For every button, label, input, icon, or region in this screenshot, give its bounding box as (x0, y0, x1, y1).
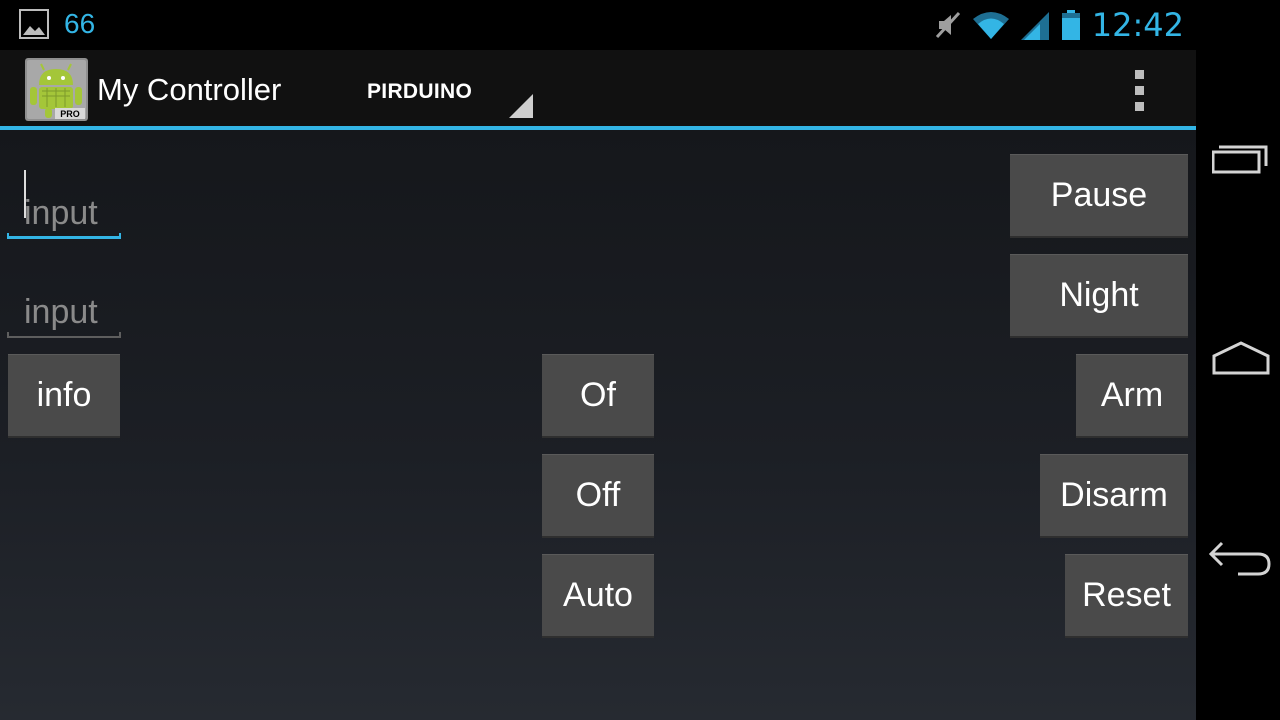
input-field-2-right-tick (119, 332, 121, 338)
mute-icon (935, 11, 960, 39)
input-field-2[interactable] (7, 288, 121, 336)
wifi-icon (972, 12, 1009, 39)
arm-button[interactable]: Arm (1076, 354, 1188, 438)
input-field-2-container (7, 278, 121, 338)
reset-button[interactable]: Reset (1065, 554, 1188, 638)
image-icon (19, 9, 49, 39)
input-field-2-underline (7, 336, 121, 338)
device-spinner[interactable]: PIRDUINO (350, 66, 536, 120)
back-icon[interactable] (1208, 538, 1272, 578)
input-field-1-left-tick (7, 233, 9, 239)
info-button[interactable]: info (8, 354, 120, 438)
status-clock: 12:42 (1091, 6, 1184, 44)
recent-apps-icon[interactable] (1212, 140, 1268, 176)
notification-count: 66 (64, 8, 96, 39)
input-field-2-left-tick (7, 332, 9, 338)
off-button[interactable]: Off (542, 454, 654, 538)
controller-panel: Pause Night info Of Arm Off Disarm Auto … (0, 130, 1196, 720)
action-bar: PRO My Controller PIRDUINO (0, 50, 1196, 130)
app-screen: 66 12:42 PRO My Controller PIRDUINO inpu… (0, 0, 1196, 720)
pause-button[interactable]: Pause (1010, 154, 1188, 238)
status-left: 66 (18, 8, 95, 40)
signal-icon (1020, 12, 1049, 40)
input-field-1-underline (7, 236, 121, 239)
battery-icon (1061, 10, 1080, 40)
auto-button[interactable]: Auto (542, 554, 654, 638)
of-button[interactable]: Of (542, 354, 654, 438)
navigation-bar (1196, 0, 1280, 720)
disarm-button[interactable]: Disarm (1040, 454, 1188, 538)
text-cursor (24, 170, 26, 218)
spinner-selected-value: PIRDUINO (367, 80, 473, 103)
svg-text:PRO: PRO (60, 109, 80, 119)
app-title: My Controller (97, 72, 282, 107)
status-bar: 66 12:42 (0, 0, 1196, 50)
android-robot-pro-icon[interactable]: PRO (25, 58, 88, 121)
status-right: 12:42 (934, 8, 1184, 42)
input-field-1-right-tick (119, 233, 121, 239)
home-icon[interactable] (1212, 340, 1270, 376)
night-button[interactable]: Night (1010, 254, 1188, 338)
overflow-menu-icon[interactable] (1122, 62, 1158, 122)
spinner-arrow-icon (509, 94, 533, 118)
